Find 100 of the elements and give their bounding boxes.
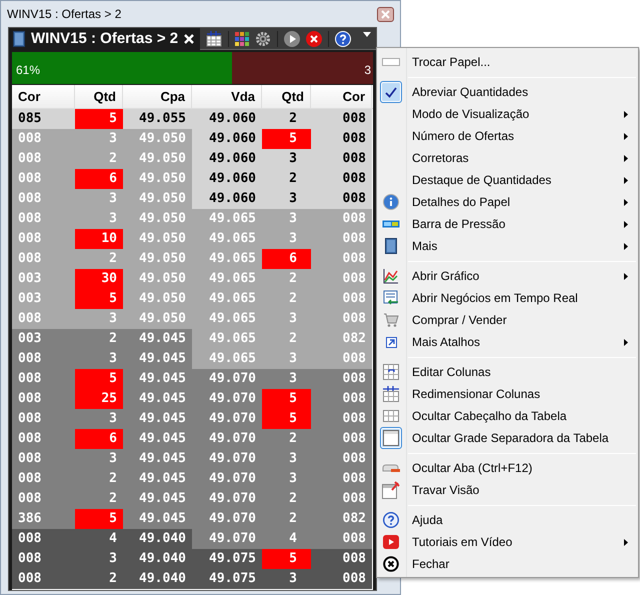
table-cell: 5 — [75, 369, 123, 389]
table-cell: 008 — [12, 449, 75, 469]
menu-item[interactable]: Ajuda — [377, 509, 638, 531]
window-pin-icon — [382, 481, 400, 499]
menu-item[interactable]: Editar Colunas — [377, 361, 638, 383]
table-cell: 008 — [311, 529, 372, 549]
menu-item[interactable]: Mais Atalhos — [377, 331, 638, 353]
table-cell: 008 — [311, 549, 372, 569]
table-cell: 49.045 — [123, 509, 192, 529]
table-cell: 49.070 — [192, 529, 262, 549]
info-icon — [383, 194, 399, 210]
table-cell: 008 — [12, 409, 75, 429]
menu-item[interactable]: Ocultar Grade Separadora da Tabela — [377, 427, 638, 449]
column-header[interactable]: Cpa — [123, 85, 192, 108]
table-cell: 49.065 — [192, 349, 262, 369]
menu-item[interactable]: Detalhes do Papel — [377, 191, 638, 213]
column-header[interactable]: Qtd — [75, 85, 123, 108]
column-header[interactable]: Cor — [311, 85, 372, 108]
table-cell: 49.070 — [192, 449, 262, 469]
table-cell: 49.075 — [192, 549, 262, 569]
table-cell: 2 — [75, 569, 123, 589]
table-cell: 4 — [262, 529, 311, 549]
close-icon — [383, 556, 399, 572]
menu-item[interactable]: Ocultar Aba (Ctrl+F12) — [377, 457, 638, 479]
menu-item[interactable]: Ocultar Cabeçalho da Tabela — [377, 405, 638, 427]
color-grid-icon[interactable] — [235, 32, 250, 46]
table-cell: 49.050 — [123, 269, 192, 289]
caret-icon[interactable] — [363, 32, 372, 37]
table-cell: 49.060 — [192, 169, 262, 189]
close-icon — [381, 10, 390, 18]
video-play-icon — [383, 535, 399, 549]
menu-item[interactable]: Fechar — [377, 553, 638, 575]
table-cell: 386 — [12, 509, 75, 529]
menu-item[interactable]: Corretoras — [377, 147, 638, 169]
table-cell: 3 — [75, 449, 123, 469]
table-cell: 085 — [12, 109, 75, 129]
menu-item[interactable]: Trocar Papel... — [377, 51, 638, 73]
table-cell: 6 — [262, 249, 311, 269]
menu-item[interactable]: Comprar / Vender — [377, 309, 638, 331]
column-header[interactable]: Cor — [12, 85, 75, 108]
column-header[interactable]: Vda — [192, 85, 262, 108]
table-cell: 008 — [12, 149, 75, 169]
close-icon[interactable] — [184, 34, 194, 44]
table-cell: 008 — [12, 229, 75, 249]
table-cell: 2 — [75, 329, 123, 349]
menu-item[interactable]: Barra de Pressão — [377, 213, 638, 235]
close-button[interactable] — [377, 6, 394, 22]
menu-item[interactable]: Travar Visão — [377, 479, 638, 501]
table-cell: 3 — [75, 549, 123, 569]
table-cell: 5 — [262, 409, 311, 429]
table-cell: 082 — [311, 509, 372, 529]
table-cell: 49.060 — [192, 129, 262, 149]
menu-item[interactable]: Abrir Gráfico — [377, 265, 638, 287]
table-cell: 49.050 — [123, 229, 192, 249]
table-cell: 49.050 — [123, 129, 192, 149]
stop-icon[interactable] — [306, 30, 322, 46]
menu-item[interactable]: Abrir Negócios em Tempo Real — [377, 287, 638, 309]
table-cell: 3 — [262, 349, 311, 369]
table-cell: 5 — [75, 109, 123, 129]
menu-item[interactable]: Número de Ofertas — [377, 125, 638, 147]
table-cell: 5 — [262, 549, 311, 569]
cart-icon — [383, 312, 399, 328]
play-icon[interactable] — [284, 30, 300, 46]
table-cell: 008 — [12, 349, 75, 369]
table-cell: 3 — [262, 369, 311, 389]
help-icon[interactable] — [335, 30, 352, 46]
field-icon — [382, 58, 400, 66]
menu-item[interactable]: Tutoriais em Vídeo — [377, 531, 638, 553]
table-cell: 3 — [75, 209, 123, 229]
table-cell: 008 — [311, 349, 372, 369]
table-cell: 49.040 — [123, 549, 192, 569]
table-cell: 008 — [12, 209, 75, 229]
table-cell: 49.045 — [123, 369, 192, 389]
table-cell: 008 — [311, 489, 372, 509]
table-cell: 008 — [311, 229, 372, 249]
table-cell: 008 — [12, 169, 75, 189]
pressure-bar-icon — [382, 220, 400, 228]
table-cell: 49.040 — [123, 569, 192, 589]
table-cell: 49.065 — [192, 309, 262, 329]
table-cell: 008 — [12, 249, 75, 269]
menu-item[interactable]: Destaque de Quantidades — [377, 169, 638, 191]
menu-item[interactable]: Redimensionar Colunas — [377, 383, 638, 405]
column-header[interactable]: Qtd — [262, 85, 311, 108]
settings-icon[interactable] — [255, 30, 272, 46]
grid-icon[interactable] — [206, 30, 222, 46]
table-cell: 2 — [262, 269, 311, 289]
menu-item[interactable]: Mais — [377, 235, 638, 257]
tab-hide-icon — [382, 464, 400, 472]
table-cell: 49.070 — [192, 389, 262, 409]
menu-item[interactable]: Abreviar Quantidades — [377, 81, 638, 103]
table-cell: 008 — [311, 429, 372, 449]
table-cell: 008 — [12, 529, 75, 549]
menu-item[interactable]: Modo de Visualização — [377, 103, 638, 125]
table-cell: 3 — [262, 209, 311, 229]
table-cell: 3 — [262, 229, 311, 249]
shortcut-icon — [386, 336, 396, 348]
table-cell: 49.060 — [192, 189, 262, 209]
table-cell: 2 — [262, 509, 311, 529]
table-cell: 6 — [75, 169, 123, 189]
chart-icon — [383, 268, 399, 284]
